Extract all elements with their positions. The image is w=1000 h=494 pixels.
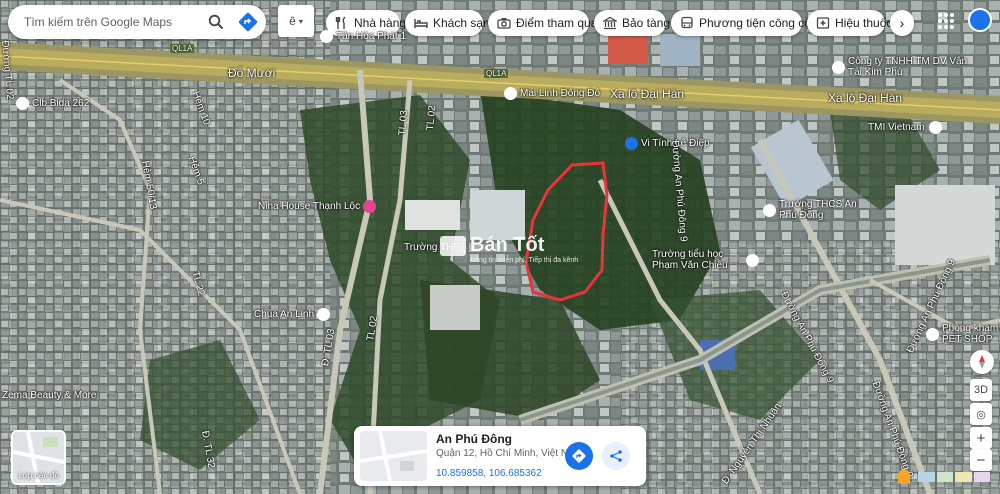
poi-chua[interactable]: Chùa An Linh bbox=[254, 308, 333, 321]
museum-icon bbox=[603, 16, 617, 30]
poi-tan-hoa[interactable]: Tân Hòa Phát 1 bbox=[320, 30, 406, 43]
pegman-icon[interactable] bbox=[898, 470, 910, 484]
watermark-subtitle: Đăng tin miễn phí, Tiếp thị đa kênh bbox=[470, 257, 579, 264]
chip-museums[interactable]: Bảo tàng bbox=[594, 10, 670, 36]
chip-label: Nhà hàng bbox=[354, 16, 407, 30]
poi-nina[interactable]: Nina House Thạnh Lộc bbox=[258, 200, 379, 213]
layers-toggle[interactable]: Lớp bản đồ bbox=[11, 430, 66, 485]
apps-grid-icon[interactable] bbox=[938, 13, 954, 29]
bus-icon bbox=[680, 16, 694, 30]
directions-icon bbox=[572, 449, 586, 463]
search-input[interactable]: Tìm kiếm trên Google Maps bbox=[24, 15, 208, 29]
highway-shield: QL1A bbox=[170, 44, 195, 53]
compass-icon[interactable] bbox=[970, 350, 994, 374]
chip-label: Hiệu thuốc bbox=[835, 16, 893, 30]
road-label: Xa lộ Đại Hàn bbox=[828, 91, 903, 105]
directions-icon[interactable] bbox=[238, 12, 258, 32]
chip-label: Khách sạn bbox=[433, 16, 490, 30]
tilt-3d-button[interactable]: 3D bbox=[970, 379, 992, 401]
share-button[interactable] bbox=[602, 442, 630, 470]
place-pin-icon bbox=[926, 327, 939, 341]
place-pin-icon bbox=[928, 121, 942, 134]
place-address: Quận 12, Hồ Chí Minh, Việt Nam bbox=[436, 448, 582, 459]
place-thumbnail[interactable] bbox=[360, 431, 427, 481]
temple-pin-icon bbox=[317, 308, 331, 321]
place-coordinates: 10.859858, 106.685362 bbox=[436, 468, 542, 479]
minus-icon: − bbox=[976, 451, 986, 469]
chip-pharmacy[interactable]: Hiệu thuốc bbox=[807, 10, 892, 36]
place-title: An Phú Đông bbox=[436, 432, 512, 446]
shop-pin-icon bbox=[625, 137, 638, 150]
layers-label: Lớp bản đồ bbox=[18, 471, 59, 480]
search-box[interactable]: Tìm kiếm trên Google Maps bbox=[8, 5, 266, 39]
hotel-pin-icon bbox=[363, 200, 377, 213]
chip-attractions[interactable]: Điểm tham quan bbox=[488, 10, 604, 36]
directions-button[interactable] bbox=[565, 442, 593, 470]
share-icon bbox=[610, 450, 622, 462]
place-pin-icon bbox=[320, 30, 333, 43]
my-location-button[interactable]: ◎ bbox=[970, 403, 992, 425]
road-label: TL 03 bbox=[397, 109, 411, 136]
pharmacy-icon bbox=[816, 16, 830, 30]
poi-truong-thcs[interactable]: Trường THCS An Phú Đông bbox=[763, 199, 863, 221]
input-tools-button[interactable]: ê ▾ bbox=[278, 5, 314, 37]
highway-shield: QL1A bbox=[484, 69, 509, 78]
chips-next-button[interactable]: › bbox=[890, 10, 914, 36]
watermark-mark bbox=[440, 235, 466, 256]
place-card[interactable]: An Phú Đông Quận 12, Hồ Chí Minh, Việt N… bbox=[354, 426, 646, 486]
watermark-title: Bán Tốt bbox=[470, 234, 545, 256]
poi-vi-tinh[interactable]: Vi Tính Lê Điệp bbox=[625, 137, 710, 150]
road-label: TL 02 bbox=[425, 104, 439, 131]
poi-mai-linh[interactable]: Mai Linh Đông Đô bbox=[504, 87, 600, 100]
poi-clb-bida[interactable]: Clb Bida 262 bbox=[16, 97, 89, 110]
poi-cong-ty[interactable]: Công ty TNHH TM DV Vận Tải Kim Phú bbox=[832, 56, 972, 78]
bed-icon bbox=[414, 16, 428, 30]
poi-tmi[interactable]: TMI Vietnam bbox=[868, 121, 945, 134]
chip-label: Phương tiện công cộ... bbox=[699, 16, 821, 30]
chip-transit[interactable]: Phương tiện công cộ... bbox=[671, 10, 821, 36]
tilt-label: 3D bbox=[973, 384, 989, 396]
poi-truong-tieu-hoc[interactable]: Trường tiểu học Phạm Văn Chiêu bbox=[652, 249, 762, 271]
road-label: Đỗ Mười bbox=[228, 66, 276, 80]
fork-knife-icon bbox=[335, 16, 349, 30]
search-icon[interactable] bbox=[208, 14, 224, 30]
poi-zema[interactable]: Zema Beauty & More bbox=[2, 390, 96, 401]
plus-icon: + bbox=[976, 429, 986, 447]
place-pin-icon bbox=[504, 87, 517, 100]
school-pin-icon bbox=[763, 203, 776, 217]
input-tools-label: ê bbox=[289, 14, 296, 28]
chip-hotels[interactable]: Khách sạn bbox=[405, 10, 490, 36]
zoom-out-button[interactable]: − bbox=[970, 449, 992, 471]
chip-label: Bảo tàng bbox=[622, 16, 671, 30]
chevron-down-icon: ▾ bbox=[298, 16, 303, 26]
my-location-icon: ◎ bbox=[976, 408, 986, 421]
camera-icon bbox=[497, 16, 511, 30]
chevron-right-icon: › bbox=[899, 15, 905, 31]
road-label: Xa lộ Đại Hàn bbox=[610, 87, 685, 101]
avatar[interactable] bbox=[968, 8, 992, 32]
poi-phong-kham[interactable]: Phòng khám PET SHOP bbox=[926, 323, 1000, 345]
place-pin-icon bbox=[16, 97, 29, 110]
watermark-logo: Bán Tốt Đăng tin miễn phí, Tiếp thị đa k… bbox=[440, 234, 578, 264]
place-pin-icon bbox=[832, 60, 845, 74]
school-pin-icon bbox=[746, 253, 759, 267]
chip-label: Điểm tham quan bbox=[516, 16, 605, 30]
imagery-strip[interactable] bbox=[918, 472, 990, 482]
zoom-in-button[interactable]: + bbox=[970, 427, 992, 449]
